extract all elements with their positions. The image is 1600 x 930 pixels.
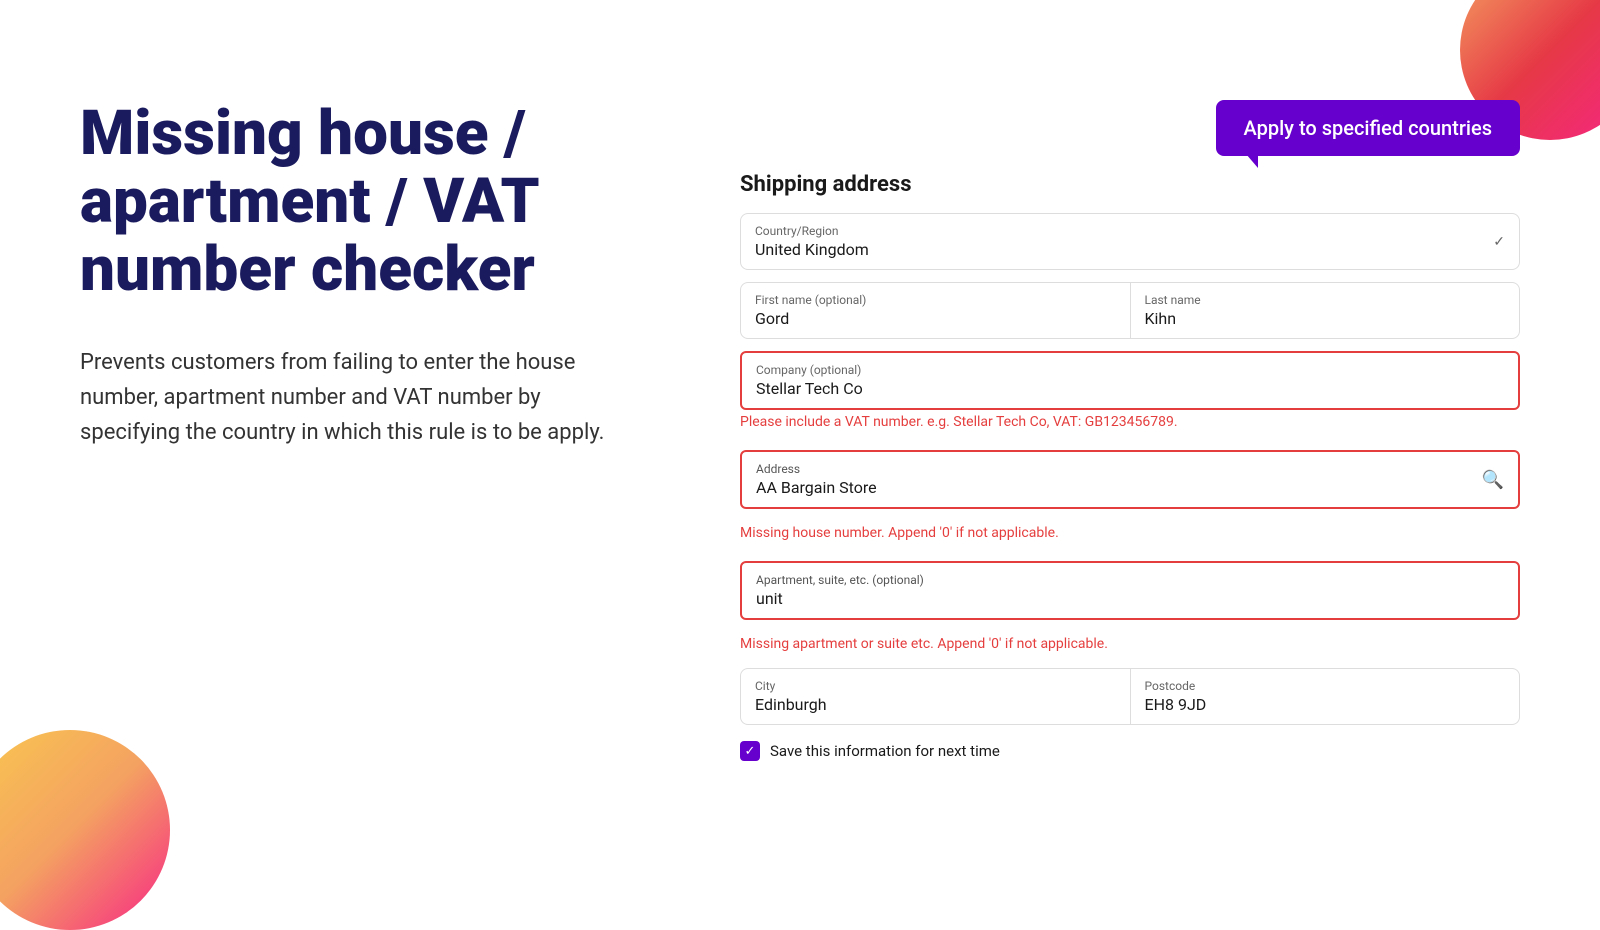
shipping-address-heading: Shipping address bbox=[740, 164, 1520, 197]
company-value: Stellar Tech Co bbox=[756, 379, 863, 398]
city-postcode-container: City Edinburgh Postcode EH8 9JD bbox=[740, 668, 1520, 725]
page-title: Missing house / apartment / VAT number c… bbox=[80, 100, 620, 305]
save-checkbox[interactable]: ✓ bbox=[740, 741, 760, 761]
city-field[interactable]: City Edinburgh bbox=[741, 669, 1131, 724]
company-label: Company (optional) bbox=[756, 363, 1504, 377]
tooltip-container: Apply to specified countries bbox=[740, 100, 1520, 156]
address-value: AA Bargain Store bbox=[756, 478, 877, 497]
apartment-field[interactable]: Apartment, suite, etc. (optional) unit bbox=[740, 561, 1520, 620]
country-value: United Kingdom bbox=[755, 240, 869, 259]
apartment-error-msg: Missing apartment or suite etc. Append '… bbox=[740, 636, 1520, 652]
vat-hint: Please include a VAT number. e.g. Stella… bbox=[740, 414, 1520, 430]
address-label: Address bbox=[756, 462, 1504, 476]
apply-countries-tooltip[interactable]: Apply to specified countries bbox=[1216, 100, 1520, 156]
city-label: City bbox=[755, 679, 1116, 693]
address-error-msg: Missing house number. Append '0' if not … bbox=[740, 525, 1520, 541]
last-name-field[interactable]: Last name Kihn bbox=[1131, 283, 1520, 338]
tooltip-label: Apply to specified countries bbox=[1244, 116, 1492, 140]
last-name-label: Last name bbox=[1145, 293, 1506, 307]
name-fields-container: First name (optional) Gord Last name Kih… bbox=[740, 282, 1520, 339]
save-info-label: Save this information for next time bbox=[770, 742, 1000, 760]
postcode-label: Postcode bbox=[1145, 679, 1506, 693]
company-field[interactable]: Company (optional) Stellar Tech Co bbox=[740, 351, 1520, 410]
first-name-label: First name (optional) bbox=[755, 293, 1116, 307]
address-field[interactable]: Address AA Bargain Store 🔍 bbox=[740, 450, 1520, 509]
country-field[interactable]: Country/Region United Kingdom ✓ bbox=[741, 214, 1519, 269]
page-description: Prevents customers from failing to enter… bbox=[80, 345, 620, 451]
last-name-value: Kihn bbox=[1145, 309, 1177, 328]
city-value: Edinburgh bbox=[755, 695, 827, 714]
apartment-label: Apartment, suite, etc. (optional) bbox=[756, 573, 1504, 587]
search-icon: 🔍 bbox=[1482, 469, 1504, 490]
country-label: Country/Region bbox=[755, 224, 1505, 238]
first-name-field[interactable]: First name (optional) Gord bbox=[741, 283, 1131, 338]
country-field-container: Country/Region United Kingdom ✓ bbox=[740, 213, 1520, 270]
postcode-field[interactable]: Postcode EH8 9JD bbox=[1131, 669, 1520, 724]
save-info-row: ✓ Save this information for next time bbox=[740, 741, 1520, 761]
chevron-down-icon: ✓ bbox=[1493, 234, 1505, 250]
first-name-value: Gord bbox=[755, 309, 789, 328]
postcode-value: EH8 9JD bbox=[1145, 695, 1207, 714]
apartment-value: unit bbox=[756, 589, 783, 608]
